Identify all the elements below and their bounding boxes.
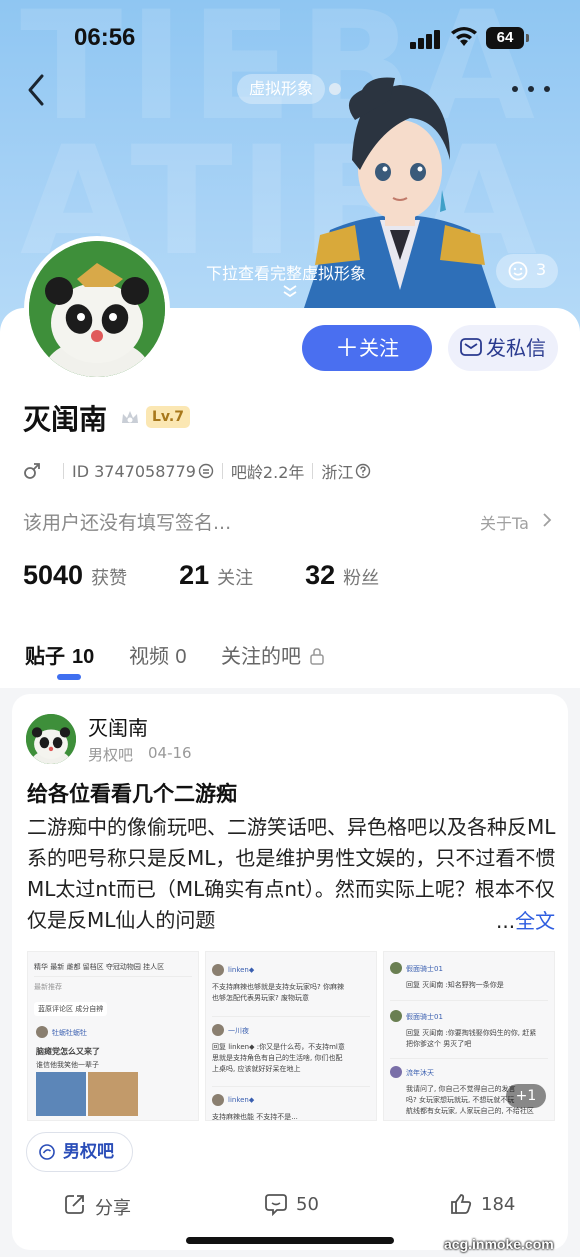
share-button[interactable]: 分享: [65, 1194, 131, 1220]
battery-icon: 64: [486, 27, 529, 49]
copy-icon[interactable]: [198, 463, 214, 479]
tab-videos[interactable]: 视频 0: [129, 640, 186, 669]
status-bar: 06:56 64: [0, 0, 580, 80]
comment-icon: [265, 1194, 287, 1216]
like-button[interactable]: 184: [451, 1194, 516, 1215]
post-date: 04-16: [148, 744, 192, 762]
tag-dot: [329, 83, 341, 95]
forum-age: 吧龄2.2年: [230, 463, 305, 482]
crown-icon: [122, 411, 138, 423]
post-card[interactable]: 灭闺南 男权吧 04-16 给各位看看几个二游痴 二游痴中的像偷玩吧、二游笑话吧…: [12, 694, 568, 1250]
following-count[interactable]: 21: [179, 560, 209, 591]
wifi-icon: [451, 27, 477, 46]
avatar-like-count: 3: [536, 260, 547, 279]
more-images-badge[interactable]: +1: [506, 1084, 546, 1108]
comment-count: 50: [296, 1194, 319, 1215]
envelope-icon: [460, 338, 482, 356]
direct-message-button[interactable]: 发私信: [448, 325, 558, 371]
user-avatar[interactable]: [24, 236, 170, 382]
post-images[interactable]: 精华 最新 雌都 留档区 夺冠动物园 挂人区 最新推荐 蓝原评论区 成分自辨 牡…: [27, 951, 557, 1121]
about-link[interactable]: 关于Ta: [480, 510, 529, 534]
avatar-like-button[interactable]: 3: [496, 254, 558, 288]
post-title[interactable]: 给各位看看几个二游痴: [27, 778, 237, 808]
watermark: acg.inmoke.com: [444, 1236, 554, 1252]
fans-label[interactable]: 粉丝: [343, 564, 379, 590]
user-id: ID 3747058779: [72, 461, 196, 481]
male-gender-icon: [24, 463, 40, 479]
post-body[interactable]: 二游痴中的像偷玩吧、二游笑话吧、异色格吧以及各种反ML系的吧号称只是反ML，也是…: [27, 812, 557, 936]
post-action-bar: 分享 50 184: [12, 1184, 568, 1230]
forum-icon: [39, 1144, 55, 1160]
profile-meta-row: ID 3747058779 吧龄2.2年 浙江: [23, 460, 371, 482]
lock-icon: [310, 648, 324, 665]
virtual-avatar-tag[interactable]: 虚拟形象: [237, 74, 326, 104]
post-forum-name[interactable]: 男权吧: [88, 744, 133, 765]
comment-button[interactable]: 50: [265, 1194, 319, 1216]
tab-followed-forums[interactable]: 关注的吧: [221, 640, 325, 669]
following-label[interactable]: 关注: [217, 564, 253, 590]
follow-label: 关注: [359, 336, 399, 360]
post-image-2[interactable]: linken◆ 不支持麻辣也够就是支持女玩家吗? 你麻辣 也够怎配代表男玩家? …: [205, 951, 377, 1121]
share-label: 分享: [95, 1198, 131, 1219]
plus-icon: ＋: [335, 334, 359, 362]
signal-icon: [410, 29, 442, 49]
follow-button[interactable]: ＋关注: [302, 325, 432, 371]
post-author-name[interactable]: 灭闺南: [88, 712, 148, 741]
active-tab-indicator: [57, 674, 81, 680]
smile-icon: [508, 261, 528, 281]
like-count: 184: [481, 1194, 516, 1215]
tab-posts[interactable]: 贴子 10: [25, 640, 94, 669]
signature-text: 该用户还没有填写签名...: [23, 512, 232, 534]
pull-hint-text: 下拉查看完整虚拟形象: [206, 264, 367, 283]
back-arrow-icon[interactable]: [22, 70, 52, 110]
dm-label: 发私信: [486, 336, 546, 360]
likes-label: 获赞: [91, 568, 128, 589]
help-icon[interactable]: [355, 463, 371, 479]
level-badge: Lv.7: [146, 406, 190, 428]
fans-count[interactable]: 32: [305, 560, 335, 591]
profile-tabs: 贴子 10 视频 0 关注的吧: [0, 630, 580, 688]
more-options-icon[interactable]: [508, 80, 554, 100]
post-author-avatar[interactable]: [26, 714, 76, 764]
status-time: 06:56: [74, 24, 136, 51]
forum-tag-button[interactable]: 男权吧: [26, 1132, 133, 1172]
forum-tag-label: 男权吧: [63, 1142, 114, 1162]
stats-row: 5040 获赞 21 关注 32 粉丝: [23, 560, 431, 596]
chevron-down-icon: [283, 285, 297, 298]
home-indicator[interactable]: [186, 1237, 394, 1244]
thumbs-up-icon: [451, 1194, 472, 1214]
chevron-right-icon[interactable]: [541, 512, 553, 528]
username: 灭闺南: [23, 403, 108, 436]
read-more-link[interactable]: ...全文: [490, 905, 556, 934]
location: 浙江: [321, 463, 354, 482]
post-image-1[interactable]: 精华 最新 雌都 留档区 夺冠动物园 挂人区 最新推荐 蓝原评论区 成分自辨 牡…: [27, 951, 199, 1121]
likes-count: 5040: [23, 560, 84, 590]
share-icon: [65, 1195, 84, 1214]
